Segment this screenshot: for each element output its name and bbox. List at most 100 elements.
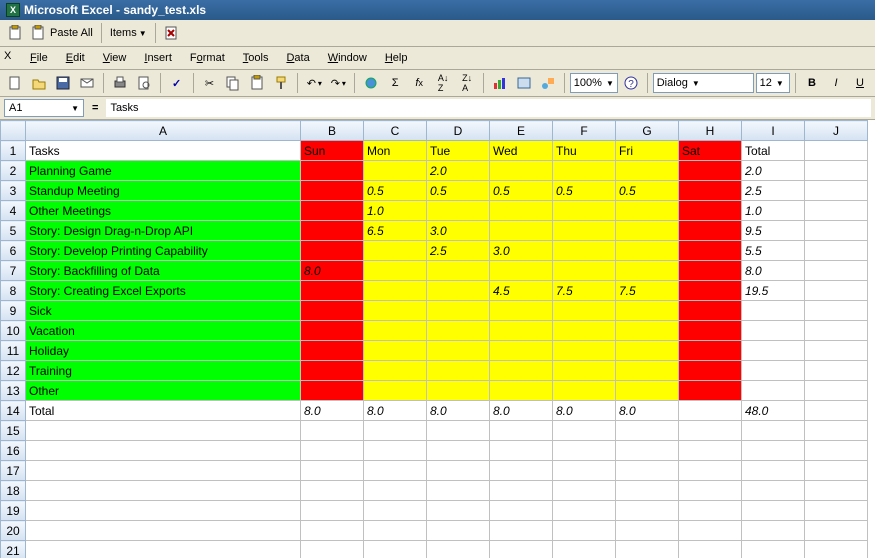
cell[interactable] bbox=[805, 261, 868, 281]
cell[interactable]: 0.5 bbox=[490, 181, 553, 201]
help-icon[interactable]: ? bbox=[620, 72, 642, 94]
cell[interactable]: Total bbox=[742, 141, 805, 161]
row-header[interactable]: 15 bbox=[1, 421, 26, 441]
cell[interactable] bbox=[427, 461, 490, 481]
cell[interactable] bbox=[26, 421, 301, 441]
drawing-icon[interactable] bbox=[537, 72, 559, 94]
cell[interactable]: Standup Meeting bbox=[26, 181, 301, 201]
cell[interactable] bbox=[427, 201, 490, 221]
cell[interactable] bbox=[679, 261, 742, 281]
select-all-corner[interactable] bbox=[1, 121, 26, 141]
cell[interactable]: 8.0 bbox=[301, 261, 364, 281]
cell[interactable] bbox=[364, 241, 427, 261]
map-icon[interactable] bbox=[513, 72, 535, 94]
col-header[interactable]: E bbox=[490, 121, 553, 141]
cell[interactable]: 1.0 bbox=[742, 201, 805, 221]
cell[interactable] bbox=[742, 521, 805, 541]
row-header[interactable]: 14 bbox=[1, 401, 26, 421]
cell[interactable] bbox=[616, 521, 679, 541]
chart-wizard-icon[interactable] bbox=[489, 72, 511, 94]
row-header[interactable]: 17 bbox=[1, 461, 26, 481]
cell[interactable] bbox=[679, 321, 742, 341]
cell[interactable] bbox=[301, 421, 364, 441]
cell[interactable] bbox=[742, 541, 805, 558]
cell[interactable] bbox=[301, 221, 364, 241]
cell[interactable] bbox=[742, 461, 805, 481]
cell[interactable] bbox=[364, 301, 427, 321]
row-header[interactable]: 13 bbox=[1, 381, 26, 401]
cell[interactable] bbox=[301, 381, 364, 401]
cell[interactable]: 8.0 bbox=[427, 401, 490, 421]
cell[interactable] bbox=[805, 301, 868, 321]
cell[interactable]: Training bbox=[26, 361, 301, 381]
name-box[interactable]: A1▼ bbox=[4, 99, 84, 117]
cell[interactable]: 7.5 bbox=[553, 281, 616, 301]
cell[interactable]: 2.0 bbox=[742, 161, 805, 181]
cell[interactable] bbox=[364, 461, 427, 481]
cell[interactable]: 3.0 bbox=[490, 241, 553, 261]
cell[interactable] bbox=[742, 501, 805, 521]
cell[interactable] bbox=[553, 341, 616, 361]
cell[interactable] bbox=[364, 341, 427, 361]
cell[interactable]: 1.0 bbox=[364, 201, 427, 221]
cell[interactable]: 0.5 bbox=[427, 181, 490, 201]
cell[interactable] bbox=[490, 421, 553, 441]
autosum-icon[interactable]: Σ bbox=[384, 72, 406, 94]
menu-view[interactable]: View bbox=[95, 49, 135, 67]
row-header[interactable]: 19 bbox=[1, 501, 26, 521]
cell[interactable] bbox=[301, 201, 364, 221]
cell[interactable] bbox=[616, 481, 679, 501]
menu-format[interactable]: Format bbox=[182, 49, 233, 67]
cell[interactable] bbox=[679, 461, 742, 481]
cell[interactable] bbox=[616, 441, 679, 461]
cell[interactable] bbox=[427, 261, 490, 281]
cell[interactable] bbox=[805, 501, 868, 521]
cell[interactable] bbox=[616, 221, 679, 241]
cell[interactable] bbox=[616, 201, 679, 221]
cell[interactable]: Vacation bbox=[26, 321, 301, 341]
cell[interactable] bbox=[26, 441, 301, 461]
cell[interactable] bbox=[364, 261, 427, 281]
cell[interactable] bbox=[553, 421, 616, 441]
cell[interactable] bbox=[427, 541, 490, 558]
cell[interactable] bbox=[427, 361, 490, 381]
cell[interactable]: 0.5 bbox=[616, 181, 679, 201]
row-header[interactable]: 8 bbox=[1, 281, 26, 301]
cell[interactable] bbox=[616, 241, 679, 261]
cell[interactable] bbox=[805, 421, 868, 441]
menu-window[interactable]: Window bbox=[320, 49, 375, 67]
cell[interactable]: 48.0 bbox=[742, 401, 805, 421]
cell[interactable] bbox=[679, 181, 742, 201]
cell[interactable] bbox=[679, 241, 742, 261]
cell[interactable]: 8.0 bbox=[553, 401, 616, 421]
cell[interactable] bbox=[553, 381, 616, 401]
cell[interactable] bbox=[679, 201, 742, 221]
cell[interactable] bbox=[301, 341, 364, 361]
cell[interactable] bbox=[427, 441, 490, 461]
cell[interactable] bbox=[553, 441, 616, 461]
cell[interactable]: 6.5 bbox=[364, 221, 427, 241]
cell[interactable] bbox=[301, 181, 364, 201]
cell[interactable] bbox=[805, 461, 868, 481]
cell[interactable] bbox=[805, 141, 868, 161]
cell[interactable] bbox=[805, 341, 868, 361]
font-select[interactable]: Dialog▼ bbox=[653, 73, 754, 93]
row-header[interactable]: 1 bbox=[1, 141, 26, 161]
cell[interactable] bbox=[679, 381, 742, 401]
cell[interactable]: Planning Game bbox=[26, 161, 301, 181]
cell[interactable] bbox=[26, 541, 301, 558]
col-header[interactable]: I bbox=[742, 121, 805, 141]
cell[interactable] bbox=[301, 521, 364, 541]
cell[interactable]: Other Meetings bbox=[26, 201, 301, 221]
paste-button-icon[interactable] bbox=[246, 72, 268, 94]
cell[interactable] bbox=[616, 421, 679, 441]
cell[interactable] bbox=[427, 281, 490, 301]
cell[interactable]: Total bbox=[26, 401, 301, 421]
cell[interactable]: 7.5 bbox=[616, 281, 679, 301]
cell[interactable] bbox=[742, 361, 805, 381]
cell[interactable]: Tasks bbox=[26, 141, 301, 161]
cell[interactable]: 2.5 bbox=[742, 181, 805, 201]
row-header[interactable]: 11 bbox=[1, 341, 26, 361]
cell[interactable] bbox=[616, 501, 679, 521]
cell[interactable]: Fri bbox=[616, 141, 679, 161]
